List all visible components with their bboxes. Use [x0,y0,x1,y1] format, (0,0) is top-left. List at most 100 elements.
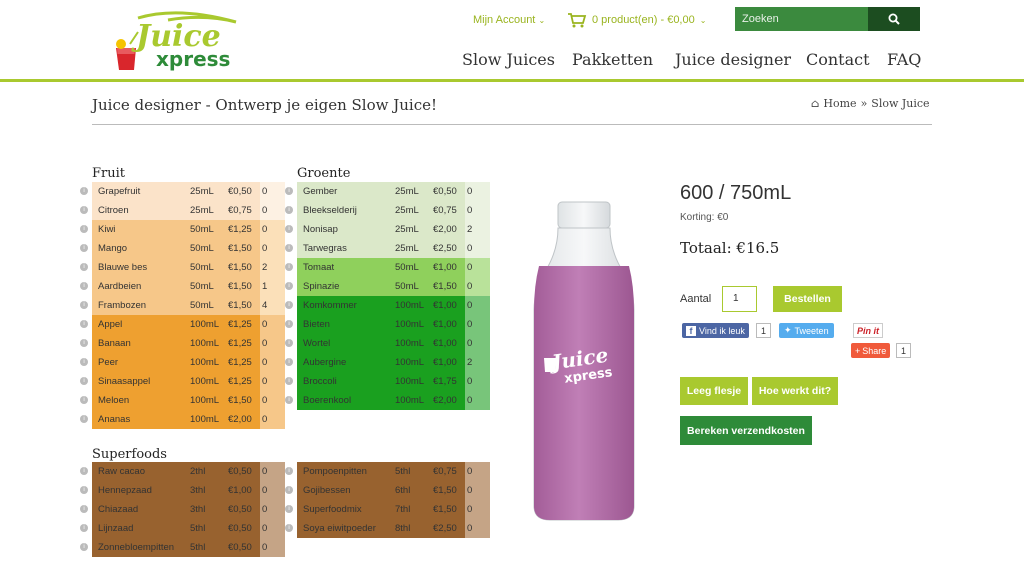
nav-slow-juices[interactable]: Slow Juices [462,50,555,69]
search-button[interactable] [868,7,920,31]
info-icon[interactable]: i [285,505,293,513]
info-icon[interactable]: i [80,320,88,328]
info-icon[interactable]: i [285,206,293,214]
info-icon[interactable]: i [80,543,88,551]
info-icon[interactable]: i [80,187,88,195]
ingredient-quantity[interactable]: 2 [465,220,490,239]
order-button[interactable]: Bestellen [773,286,842,312]
how-it-works-button[interactable]: Hoe werkt dit? [752,377,838,405]
ingredient-quantity[interactable]: 0 [260,481,285,500]
search-input[interactable] [735,7,868,31]
ingredient-quantity[interactable]: 0 [465,201,490,220]
ingredient-quantity[interactable]: 0 [465,372,490,391]
quantity-input[interactable]: 1 [722,286,757,312]
ingredient-price: €1,50 [433,485,457,496]
ingredient-quantity[interactable]: 0 [465,334,490,353]
info-icon[interactable]: i [80,358,88,366]
info-icon[interactable]: i [80,415,88,423]
nav-juice-designer[interactable]: Juice designer [675,50,791,69]
ingredient-name: Gojibessen [303,485,351,496]
empty-bottle-button[interactable]: Leeg flesje [680,377,748,405]
tweet-button[interactable]: ✦ Tweeten [779,323,834,338]
info-icon[interactable]: i [80,263,88,271]
info-icon[interactable]: i [285,358,293,366]
ingredient-amount: 2thl [190,466,206,477]
ingredient-amount: 25mL [190,205,214,216]
nav-pakketten[interactable]: Pakketten [572,50,653,69]
info-icon[interactable]: i [80,486,88,494]
cart-menu[interactable]: 0 product(en) - €0,00 ⌄ [567,12,706,28]
ingredient-quantity[interactable]: 0 [465,481,490,500]
info-icon[interactable]: i [285,467,293,475]
info-icon[interactable]: i [80,524,88,532]
juicexpress-logo[interactable]: Juice xpress [108,8,248,76]
breadcrumb-home[interactable]: Home [823,97,856,110]
ingredient-quantity[interactable]: 0 [260,519,285,538]
info-icon[interactable]: i [80,244,88,252]
info-icon[interactable]: i [80,377,88,385]
pinterest-button[interactable]: Pin it [853,323,883,338]
ingredient-quantity[interactable]: 0 [260,182,285,201]
info-icon[interactable]: i [285,524,293,532]
ingredient-quantity[interactable]: 0 [260,239,285,258]
ingredient-quantity[interactable]: 0 [260,391,285,410]
ingredient-name: Frambozen [98,300,147,311]
ingredient-quantity[interactable]: 0 [260,315,285,334]
info-icon[interactable]: i [285,486,293,494]
info-icon[interactable]: i [80,225,88,233]
ingredient-quantity[interactable]: 0 [260,201,285,220]
info-icon[interactable]: i [285,225,293,233]
shipping-cost-button[interactable]: Bereken verzendkosten [680,416,812,445]
info-icon[interactable]: i [285,339,293,347]
info-icon[interactable]: i [80,396,88,404]
info-icon[interactable]: i [285,396,293,404]
ingredient-quantity[interactable]: 0 [260,372,285,391]
account-menu[interactable]: Mijn Account ⌄ [473,14,545,26]
cart-label: 0 product(en) - €0,00 [592,14,695,26]
ingredient-quantity[interactable]: 0 [465,391,490,410]
ingredient-quantity[interactable]: 0 [260,410,285,429]
ingredient-quantity[interactable]: 0 [260,538,285,557]
info-icon[interactable]: i [80,206,88,214]
info-icon[interactable]: i [80,505,88,513]
share-button[interactable]: + Share [851,343,891,358]
ingredient-quantity[interactable]: 0 [260,220,285,239]
info-icon[interactable]: i [285,377,293,385]
info-icon[interactable]: i [285,320,293,328]
ingredient-quantity[interactable]: 1 [260,277,285,296]
ingredient-quantity[interactable]: 0 [260,334,285,353]
nav-contact[interactable]: Contact [806,50,870,69]
ingredient-quantity[interactable]: 0 [465,296,490,315]
info-icon[interactable]: i [285,244,293,252]
info-icon[interactable]: i [285,282,293,290]
ingredient-quantity[interactable]: 0 [465,315,490,334]
info-icon[interactable]: i [80,339,88,347]
ingredient-quantity[interactable]: 0 [465,519,490,538]
ingredient-row: i Soya eiwitpoeder 8thl €2,50 0 [285,519,490,538]
ingredient-quantity[interactable]: 0 [260,500,285,519]
ingredient-quantity[interactable]: 0 [465,239,490,258]
nav-faq[interactable]: FAQ [887,50,921,69]
info-icon[interactable]: i [285,187,293,195]
ingredient-amount: 3thl [190,504,206,515]
info-icon[interactable]: i [80,301,88,309]
ingredient-quantity[interactable]: 0 [465,182,490,201]
ingredient-name: Peer [98,357,119,368]
info-icon[interactable]: i [80,282,88,290]
ingredient-quantity[interactable]: 0 [260,353,285,372]
ingredient-quantity[interactable]: 0 [465,500,490,519]
ingredient-row: i Wortel 100mL €1,00 0 [285,334,490,353]
ingredient-quantity[interactable]: 0 [260,462,285,481]
ingredient-name: Superfoodmix [303,504,362,515]
ingredient-quantity[interactable]: 0 [465,462,490,481]
info-icon[interactable]: i [285,263,293,271]
ingredient-quantity[interactable]: 0 [465,277,490,296]
ingredient-quantity[interactable]: 0 [465,258,490,277]
facebook-like-button[interactable]: f Vind ik leuk [682,323,749,338]
ingredient-quantity[interactable]: 2 [260,258,285,277]
ingredient-quantity[interactable]: 2 [465,353,490,372]
ingredient-quantity[interactable]: 4 [260,296,285,315]
info-icon[interactable]: i [80,467,88,475]
facebook-icon: f [686,325,696,336]
info-icon[interactable]: i [285,301,293,309]
